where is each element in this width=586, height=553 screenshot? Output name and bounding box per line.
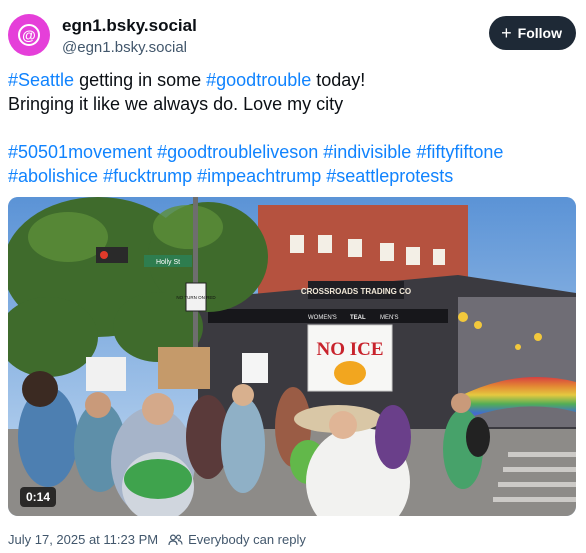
post-header: @ egn1.bsky.social @egn1.bsky.social + F… xyxy=(8,12,578,60)
author-handle[interactable]: @egn1.bsky.social xyxy=(62,39,187,56)
post-timestamp[interactable]: July 17, 2025 at 11:23 PM xyxy=(8,532,158,547)
hashtag-link[interactable]: #Seattle xyxy=(8,70,74,90)
people-icon xyxy=(168,533,183,545)
hashtag-link[interactable]: #goodtroubleliveson xyxy=(157,142,318,162)
awning-women-text: WOMEN'S xyxy=(308,315,337,321)
reply-setting: Everybody can reply xyxy=(168,532,306,547)
post-line-2: Bringing it like we always do. Love my c… xyxy=(8,94,344,114)
no-turn-sign-text: NO TURN ON RED xyxy=(176,295,216,300)
post-footer: July 17, 2025 at 11:23 PM Everybody can … xyxy=(8,532,306,547)
video-frame: CROSSROADS TRADING CO WOMEN'S TEAL MEN'S… xyxy=(8,197,576,516)
hashtag-link[interactable]: #fiftyfiftone xyxy=(416,142,503,162)
street-sign-text: Holly St xyxy=(156,259,180,266)
awning-teal-text: TEAL xyxy=(350,315,366,321)
store-sign-text: CROSSROADS TRADING CO xyxy=(301,287,411,296)
post-text: #Seattle getting in some #goodtrouble to… xyxy=(8,68,576,188)
video-duration: 0:14 xyxy=(20,487,57,507)
post-line-1: #Seattle getting in some #goodtrouble to… xyxy=(8,68,576,92)
plus-icon: + xyxy=(501,23,512,43)
reply-setting-label: Everybody can reply xyxy=(188,532,306,547)
hashtag-link[interactable]: #impeachtrump xyxy=(197,166,321,186)
post-text-segment: getting in some xyxy=(74,70,207,90)
follow-label: Follow xyxy=(517,25,562,41)
hashtag-link[interactable]: #50501movement xyxy=(8,142,152,162)
hashtag-link[interactable]: #fucktrump xyxy=(103,166,192,186)
hashtag-link[interactable]: #indivisible xyxy=(323,142,411,162)
avatar[interactable]: @ xyxy=(8,14,50,56)
post-text-segment: today! xyxy=(311,70,366,90)
awning-men-text: MEN'S xyxy=(380,315,398,321)
hashtag-link[interactable]: #goodtrouble xyxy=(206,70,311,90)
video-player[interactable]: CROSSROADS TRADING CO WOMEN'S TEAL MEN'S… xyxy=(8,197,576,516)
hashtag-line-2: #abolishice #fucktrump #impeachtrump #se… xyxy=(8,164,576,188)
hashtag-link[interactable]: #seattleprotests xyxy=(326,166,453,186)
hashtag-line-1: #50501movement #goodtroubleliveson #indi… xyxy=(8,140,576,164)
author-display-name[interactable]: egn1.bsky.social xyxy=(62,16,197,36)
hashtag-link[interactable]: #abolishice xyxy=(8,166,98,186)
no-ice-sign-text: NO ICE xyxy=(316,339,383,360)
at-sign-icon: @ xyxy=(18,24,40,46)
follow-button[interactable]: + Follow xyxy=(489,16,576,50)
